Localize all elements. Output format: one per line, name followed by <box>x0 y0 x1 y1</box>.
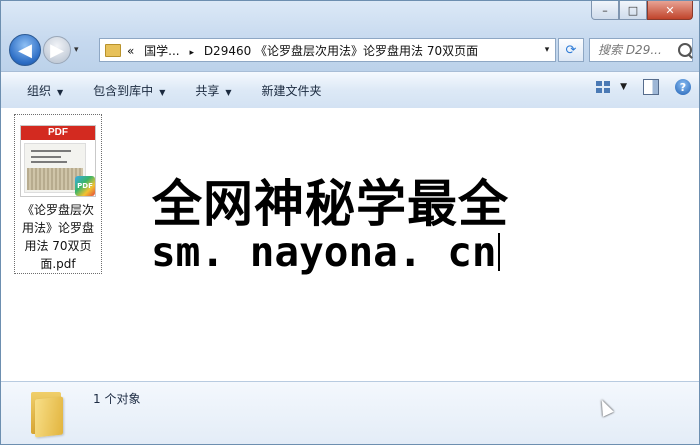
pdf-app-icon: PDF <box>75 176 95 196</box>
recent-locations-dropdown[interactable]: ▾ <box>74 45 79 55</box>
navigation-buttons: ◀ ▶ ▾ <box>9 34 79 66</box>
banner-title: 全网神秘学最全 <box>152 175 509 233</box>
breadcrumb-item-guoxue[interactable]: 国学... <box>144 44 179 58</box>
folder-icon <box>29 388 65 438</box>
view-controls: ▼ ? <box>596 79 691 95</box>
help-icon[interactable]: ? <box>675 79 691 95</box>
file-name-line: 用法 70双页 <box>24 239 92 253</box>
forward-arrow-icon: ▶ <box>50 39 64 61</box>
search-box[interactable] <box>589 38 693 62</box>
search-icon[interactable] <box>678 43 692 57</box>
file-item-pdf[interactable]: PDF PDF 《论罗盘层次 用法》论罗盘 用法 70双页 面.pdf <box>14 114 102 274</box>
share-label: 共享 <box>195 83 220 98</box>
refresh-icon: ⟳ <box>565 42 577 58</box>
file-name-line: 面.pdf <box>40 257 76 271</box>
banner-url: sm. nayona. cn <box>151 228 500 276</box>
close-button[interactable]: ✕ <box>647 1 693 20</box>
view-options-dropdown-icon[interactable]: ▼ <box>620 82 627 92</box>
address-dropdown-icon[interactable]: ▾ <box>539 45 555 55</box>
minimize-button[interactable]: – <box>591 1 619 20</box>
organize-menu[interactable]: 组织 ▼ <box>21 78 69 103</box>
folder-icon <box>105 43 121 57</box>
file-name-line: 《论罗盘层次 <box>21 203 94 217</box>
window-controls: – □ ✕ <box>591 1 693 21</box>
refresh-button[interactable]: ⟳ <box>558 38 584 62</box>
change-view-icon[interactable] <box>596 81 611 93</box>
watermark-banner: 全网神秘学最全 sm. nayona. cn <box>150 162 553 282</box>
pdf-thumbnail: PDF PDF <box>20 125 96 197</box>
maximize-button[interactable]: □ <box>619 1 647 20</box>
text-caret <box>497 233 500 271</box>
include-in-library-label: 包含到库中 <box>93 83 154 98</box>
file-name-line: 用法》论罗盘 <box>21 221 94 235</box>
object-count: 1 个对象 <box>93 392 141 406</box>
back-arrow-icon: ◀ <box>18 39 32 61</box>
file-list-area[interactable]: PDF PDF 《论罗盘层次 用法》论罗盘 用法 70双页 面.pdf 全网神秘… <box>1 108 699 381</box>
breadcrumb-item-current[interactable]: D29460 《论罗盘层次用法》论罗盘用法 70双页面 <box>204 44 478 58</box>
share-menu[interactable]: 共享 ▼ <box>189 78 237 103</box>
breadcrumb: « 国学... ▸ D29460 《论罗盘层次用法》论罗盘用法 70双页面 <box>127 42 478 59</box>
chevron-down-icon: ▼ <box>225 87 232 97</box>
back-button[interactable]: ◀ <box>9 34 41 66</box>
breadcrumb-separator-icon[interactable]: ▸ <box>189 48 194 58</box>
include-in-library-menu[interactable]: 包含到库中 ▼ <box>87 78 171 103</box>
search-input[interactable] <box>596 42 674 58</box>
breadcrumb-overflow[interactable]: « <box>127 44 134 58</box>
file-name: 《论罗盘层次 用法》论罗盘 用法 70双页 面.pdf <box>15 201 101 273</box>
preview-pane-icon[interactable] <box>643 79 659 95</box>
organize-label: 组织 <box>27 83 52 98</box>
chevron-down-icon: ▼ <box>57 87 64 97</box>
details-pane: 1 个对象 <box>1 381 699 444</box>
address-bar[interactable]: « 国学... ▸ D29460 《论罗盘层次用法》论罗盘用法 70双页面 ▾ <box>99 38 556 62</box>
command-bar: 组织 ▼ 包含到库中 ▼ 共享 ▼ 新建文件夹 ▼ ? <box>1 71 699 109</box>
pdf-header-band: PDF <box>21 126 95 140</box>
forward-button[interactable]: ▶ <box>43 36 71 64</box>
new-folder-button[interactable]: 新建文件夹 <box>256 78 328 103</box>
banner-url-text: sm. nayona. cn <box>151 228 497 276</box>
explorer-window: – □ ✕ ◀ ▶ ▾ « 国学... ▸ D29460 《论罗盘层次用法》论罗… <box>0 0 700 445</box>
title-and-address-area: – □ ✕ ◀ ▶ ▾ « 国学... ▸ D29460 《论罗盘层次用法》论罗… <box>1 1 699 71</box>
chevron-down-icon: ▼ <box>159 87 166 97</box>
